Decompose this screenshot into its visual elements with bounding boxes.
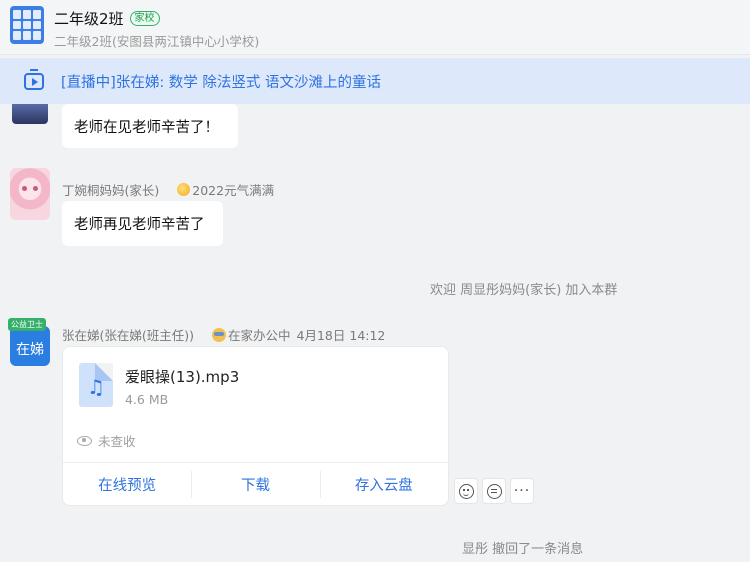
file-card[interactable]: ♫ 爱眼操(13).mp3 4.6 MB 未查收 在线预览 下载 存入云盘: [62, 346, 449, 506]
message-bubble[interactable]: 老师在见老师辛苦了！: [62, 104, 238, 148]
message-text: 老师在见老师辛苦了！: [74, 119, 219, 136]
live-banner-text: [直播中]张在娣: 数学 除法竖式 语文沙滩上的童话: [61, 74, 382, 91]
download-button[interactable]: 下载: [191, 463, 319, 505]
avatar[interactable]: [12, 104, 48, 124]
sender-name: 丁婉桐妈妈(家长): [62, 183, 160, 198]
badge-icon: [177, 183, 191, 196]
message-text: 老师再见老师辛苦了: [74, 217, 205, 233]
message-sender: 丁婉桐妈妈(家长) 2022元气满满: [62, 180, 274, 199]
quote-reply-icon: [486, 483, 502, 499]
status-icon: [212, 327, 227, 342]
group-tag-badge: 家校: [129, 11, 160, 26]
message-time: 4月18日 14:12: [296, 328, 386, 343]
music-file-icon: ♫: [79, 363, 113, 407]
eye-icon: [77, 435, 92, 446]
avatar-ribbon: 公益卫士: [8, 318, 46, 331]
system-message: 显彤 撤回了一条消息: [462, 542, 584, 557]
sender-status: 在家办公中: [228, 328, 291, 343]
message-bubble[interactable]: 老师再见老师辛苦了: [62, 201, 223, 246]
file-actions: 在线预览 下载 存入云盘: [63, 462, 448, 505]
sender-name: 张在娣(张在娣(班主任)): [62, 328, 195, 343]
chat-header: 二年级2班 家校 二年级2班(安图县两江镇中心小学校): [0, 0, 750, 55]
file-name: 爱眼操(13).mp3: [125, 368, 240, 386]
system-message: 欢迎 周显彤妈妈(家长) 加入本群: [430, 283, 618, 298]
group-title: 二年级2班 家校: [54, 8, 160, 29]
group-avatar[interactable]: [10, 6, 44, 44]
emoji-reaction-button[interactable]: [454, 478, 478, 504]
avatar[interactable]: [10, 168, 50, 220]
file-size: 4.6 MB: [125, 392, 169, 407]
preview-online-button[interactable]: 在线预览: [63, 463, 191, 505]
live-tv-icon: [24, 68, 44, 90]
group-subtitle: 二年级2班(安图县两江镇中心小学校): [54, 34, 260, 49]
live-banner[interactable]: [直播中]张在娣: 数学 除法竖式 语文沙滩上的童话: [0, 58, 750, 104]
avatar[interactable]: 在娣 公益卫士: [8, 318, 50, 366]
message-sender: 张在娣(张在娣(班主任)) 在家办公中 4月18日 14:12: [62, 325, 385, 344]
more-icon: ···: [513, 483, 531, 499]
sender-badge: 2022元气满满: [192, 183, 275, 198]
emoji-reaction-icon: [458, 483, 474, 499]
avatar-name: 在娣: [10, 326, 50, 366]
message-actions: ···: [454, 478, 534, 504]
quote-reply-button[interactable]: [482, 478, 506, 504]
save-to-cloud-button[interactable]: 存入云盘: [319, 463, 448, 505]
more-button[interactable]: ···: [510, 478, 534, 504]
view-status-text: 未查收: [98, 434, 136, 449]
view-status: 未查收: [77, 431, 136, 450]
group-name: 二年级2班: [54, 10, 124, 28]
